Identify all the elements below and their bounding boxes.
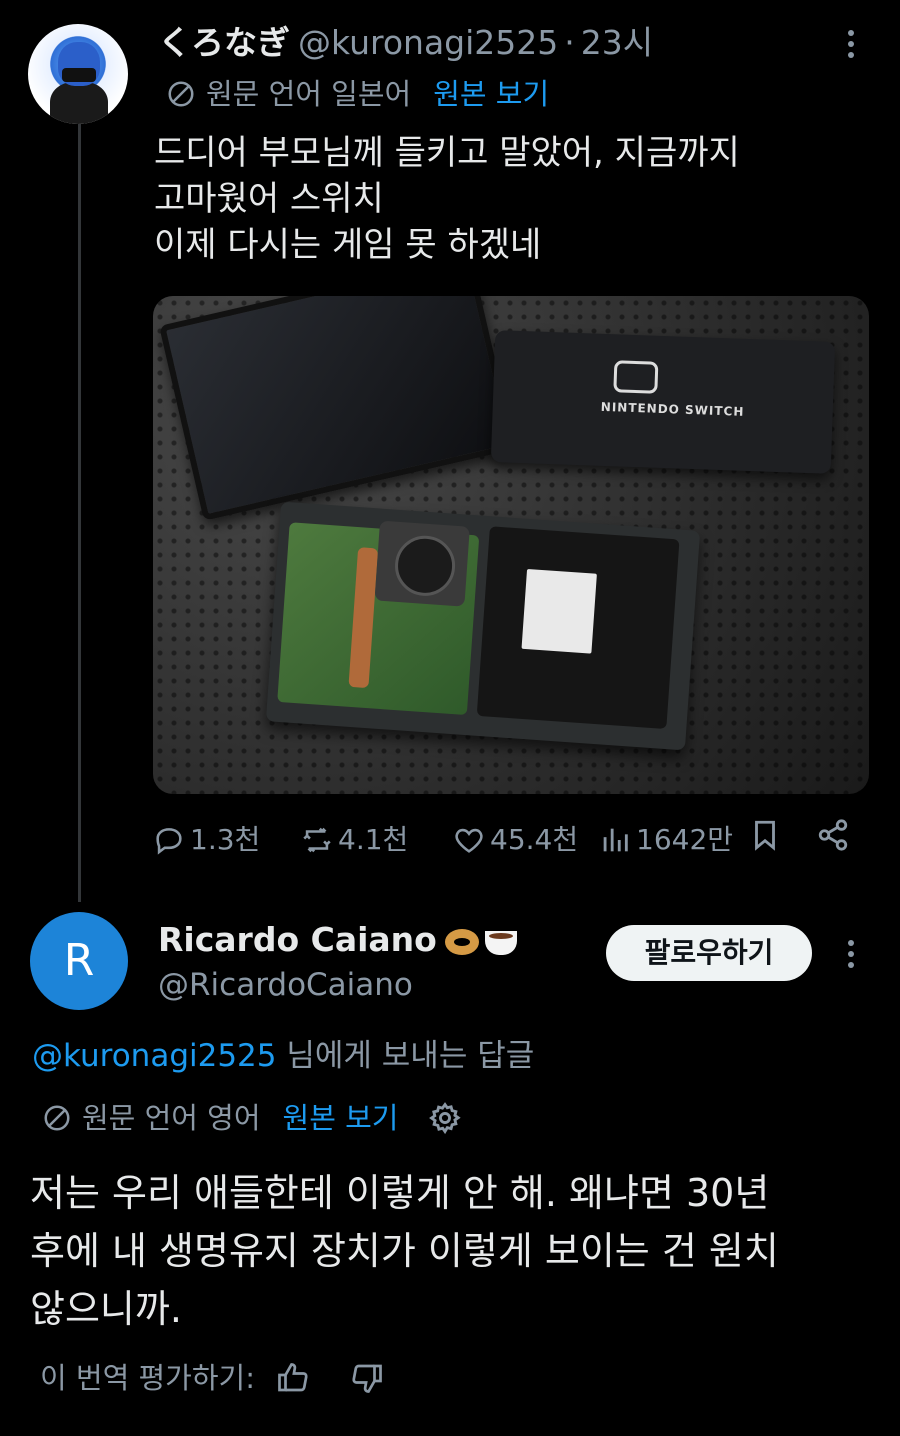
reply-author-name[interactable]: Ricardo Caiano [158, 918, 517, 962]
separator-dot: · [564, 23, 575, 62]
replying-to: @kuronagi2525 님에게 보내는 답글 [32, 1034, 534, 1078]
avatar-body [50, 82, 108, 124]
coffee-emoji-icon [484, 931, 517, 955]
thumbs-up-icon[interactable] [275, 1360, 311, 1396]
reply-text: 저는 우리 애들한테 이렇게 안 해. 왜냐면 30년 후에 내 생명유지 장치… [30, 1164, 779, 1338]
translate-globe-icon [44, 1105, 70, 1131]
views-button[interactable]: 1642만 [598, 818, 733, 862]
reply-more-options-button[interactable] [840, 936, 862, 972]
thumbs-down-icon[interactable] [349, 1360, 385, 1396]
reply-text-line: 않으니까. [30, 1287, 182, 1331]
switch-logo-icon [613, 360, 659, 394]
share-button[interactable] [816, 818, 854, 852]
photo-battery [476, 526, 680, 730]
reply-show-original-link[interactable]: 원본 보기 [283, 1096, 399, 1140]
share-icon [818, 819, 848, 851]
more-options-button[interactable] [840, 26, 862, 62]
follow-button[interactable]: 팔로우하기 [606, 925, 812, 981]
like-count: 45.4천 [490, 823, 579, 856]
reply-translation-note: 원문 언어 영어 [82, 1101, 261, 1135]
reply-text-line: 후에 내 생명유지 장치가 이렇게 보이는 건 원치 [30, 1229, 779, 1273]
views-chart-icon [603, 828, 628, 852]
show-original-link[interactable]: 원본 보기 [433, 74, 549, 114]
reply-icon [156, 828, 182, 855]
author-name[interactable]: くろなぎ [158, 23, 290, 62]
tweet-time[interactable]: 23시 [581, 23, 653, 62]
tweet-photo[interactable]: NINTENDO SWITCH [153, 296, 869, 794]
translation-note: 원문 언어 일본어 [206, 77, 412, 111]
photo-console-internals [265, 501, 701, 751]
photo-console-back: NINTENDO SWITCH [490, 330, 836, 474]
heart-icon [455, 828, 483, 853]
translate-globe-icon [168, 81, 194, 107]
repost-button[interactable]: 4.1천 [300, 818, 408, 862]
reply-author-name-text: Ricardo Caiano [158, 920, 437, 959]
reply-avatar[interactable]: R [30, 912, 128, 1010]
repost-count: 4.1천 [338, 823, 409, 856]
tweet-header: くろなぎ @kuronagi2525 · 23시 [158, 22, 653, 64]
reply-translation-bar: 원문 언어 영어 원본 보기 [42, 1096, 462, 1140]
repost-icon [303, 827, 331, 853]
like-button[interactable]: 45.4천 [452, 818, 578, 862]
photo-cooling-fan [374, 520, 470, 607]
name-emoji [444, 918, 517, 962]
tweet-text-line: 드디어 부모님께 들키고 말았어, 지금까지 [154, 133, 740, 173]
photo-brand-text: NINTENDO SWITCH [600, 399, 745, 419]
reply-count: 1.3천 [190, 823, 261, 856]
avatar-mask [62, 68, 96, 82]
reply-author-handle[interactable]: @RicardoCaiano [158, 964, 413, 1006]
thread-connector-line [78, 124, 81, 902]
more-icon [840, 936, 862, 968]
donut-emoji-icon [444, 929, 479, 955]
replying-to-mention[interactable]: @kuronagi2525 [32, 1038, 277, 1074]
tweet-actions: 1.3천 4.1천 45.4천 1642만 [152, 818, 862, 862]
reply-button[interactable]: 1.3천 [152, 818, 260, 862]
rate-translation-label: 이 번역 평가하기: [40, 1361, 255, 1395]
tweet-text-line: 고마웠어 스위치 [154, 179, 384, 219]
gear-icon[interactable] [428, 1101, 462, 1135]
tweet-text: 드디어 부모님께 들키고 말았어, 지금까지 고마웠어 스위치 이제 다시는 게… [154, 130, 740, 268]
replying-to-suffix: 님에게 보내는 답글 [276, 1038, 535, 1074]
reply-text-line: 저는 우리 애들한테 이렇게 안 해. 왜냐면 30년 [30, 1171, 770, 1215]
translation-bar: 원문 언어 일본어 원본 보기 [166, 74, 549, 114]
author-handle[interactable]: @kuronagi2525 [298, 23, 558, 62]
avatar[interactable] [28, 24, 128, 124]
tweet-text-line: 이제 다시는 게임 못 하겠네 [154, 225, 542, 265]
rate-translation: 이 번역 평가하기: [40, 1356, 385, 1400]
more-icon [840, 26, 862, 58]
view-count: 1642만 [636, 823, 734, 856]
bookmark-button[interactable] [748, 818, 786, 852]
bookmark-icon [755, 820, 775, 851]
